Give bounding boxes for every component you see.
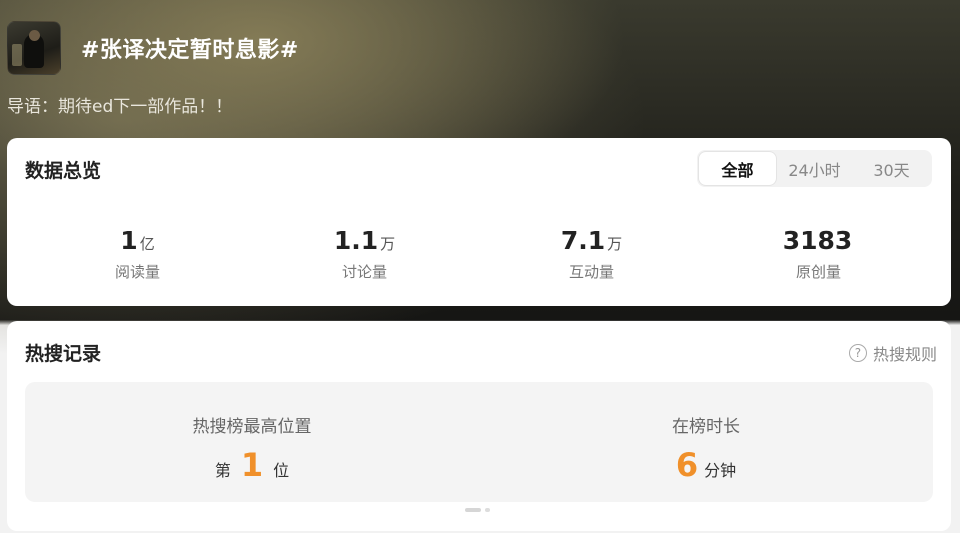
topic-avatar[interactable]: [7, 21, 61, 75]
best-rank-value: 第 1 位: [25, 447, 479, 483]
stat-discussions: 1.1 万 讨论量: [251, 226, 478, 282]
on-list-duration: 在榜时长 6 分钟: [479, 382, 933, 502]
stat-interactions: 7.1 万 互动量: [478, 226, 705, 282]
duration-value: 6 分钟: [479, 447, 933, 483]
hot-search-rules-link[interactable]: ? 热搜规则: [848, 341, 937, 365]
stat-label: 讨论量: [341, 263, 387, 281]
topic-title: #张译决定暂时息影#: [81, 38, 299, 63]
stat-value: 7.1 万: [478, 226, 705, 259]
duration-number: 6: [675, 446, 699, 484]
rules-label: 热搜规则: [872, 345, 937, 364]
tab-30d[interactable]: 30天: [853, 152, 930, 185]
stat-number: 7.1: [560, 226, 606, 255]
duration-suffix: 分钟: [704, 461, 737, 480]
stat-value: 3183: [705, 226, 932, 259]
best-rank: 热搜榜最高位置 第 1 位: [25, 382, 479, 502]
overview-title: 数据总览: [25, 160, 102, 182]
stat-value: 1.1 万: [251, 226, 478, 259]
stat-number: 3183: [782, 226, 853, 255]
topic-guide: 导语：期待ed下一部作品！！: [7, 97, 233, 117]
avatar-lamp: [12, 44, 22, 66]
avatar-head: [29, 30, 40, 41]
best-rank-label: 热搜榜最高位置: [192, 417, 312, 437]
duration-label: 在榜时长: [672, 417, 740, 437]
tab-24h[interactable]: 24小时: [776, 152, 853, 185]
time-range-tabs: 全部 24小时 30天: [697, 150, 932, 187]
stat-value: 1亿: [24, 226, 251, 259]
page-dot-active: [465, 508, 481, 512]
topic-header: #张译决定暂时息影#: [7, 20, 947, 76]
stat-label: 互动量: [568, 263, 614, 281]
stat-unit: 亿: [139, 235, 155, 253]
overview-card: 数据总览 全部 24小时 30天 1亿 阅读量 1.1 万 讨论量 7.1 万 互动…: [7, 138, 951, 306]
page-indicator: [465, 508, 490, 512]
stat-number: 1: [120, 226, 138, 255]
hot-search-summary: 热搜榜最高位置 第 1 位 在榜时长 6 分钟: [25, 382, 933, 502]
stat-label: 阅读量: [114, 263, 160, 281]
stat-reads: 1亿 阅读量: [24, 226, 251, 282]
stat-label: 原创量: [795, 263, 841, 281]
help-icon: ?: [848, 344, 867, 362]
hot-search-card: 热搜记录 ? 热搜规则 热搜榜最高位置 第 1 位 在榜时长 6 分钟: [7, 321, 951, 531]
page-dot: [485, 508, 490, 512]
best-rank-prefix: 第: [214, 461, 231, 480]
stats-row: 1亿 阅读量 1.1 万 讨论量 7.1 万 互动量 3183 原创量: [7, 226, 951, 282]
stat-unit: 万: [607, 235, 623, 253]
hot-search-title: 热搜记录: [25, 343, 102, 365]
stat-unit: 万: [380, 235, 396, 253]
stat-originals: 3183 原创量: [705, 226, 932, 282]
best-rank-suffix: 位: [273, 461, 290, 480]
tab-all[interactable]: 全部: [699, 152, 776, 185]
stat-number: 1.1: [333, 226, 379, 255]
best-rank-number: 1: [240, 446, 264, 484]
